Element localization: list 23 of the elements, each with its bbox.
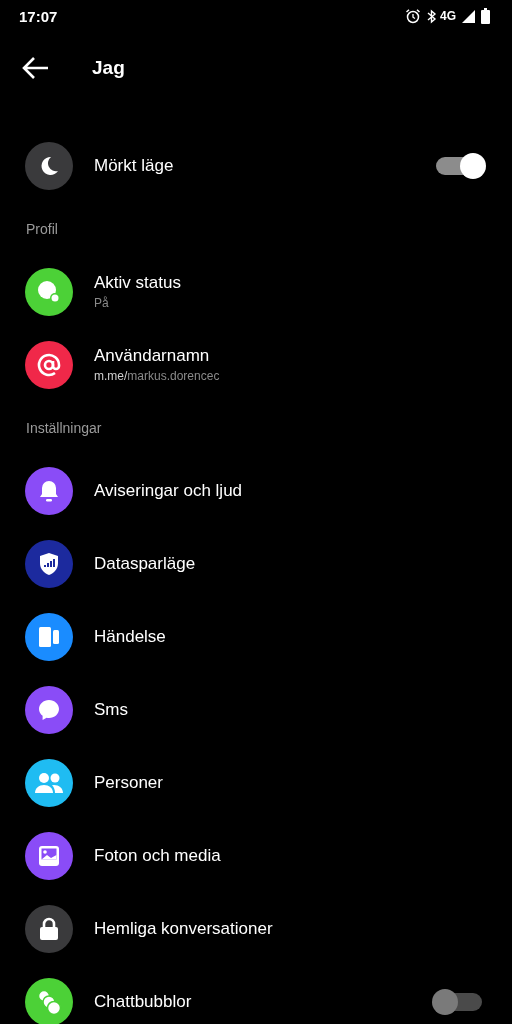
section-header: Inställningar [25,418,103,438]
setting-subtitle: På [94,296,109,310]
network-type: 4G [440,9,456,23]
setting-label[interactable]: Personer [94,772,163,793]
setting-label[interactable]: Sms [94,699,128,720]
page-title: Jag [92,57,125,79]
setting-label[interactable]: Aviseringar och ljud [94,480,243,501]
bluetooth-icon [427,8,437,24]
setting-label[interactable]: Mörkt läge [94,155,174,176]
setting-label[interactable]: Hemliga konversationer [94,918,273,939]
setting-label[interactable]: Chattbubblor [94,991,192,1012]
section-header: Profil [25,219,59,239]
signal-icon [462,9,475,23]
setting-label[interactable]: Användarnamn [94,346,210,366]
back-arrow-icon[interactable] [22,56,50,80]
setting-label[interactable]: Foton och media [94,845,221,866]
battery-icon [481,8,490,24]
setting-label[interactable]: Händelse [94,626,166,647]
setting-subtitle: m.me/markus.dorencec [94,369,220,383]
setting-label[interactable]: Datasparläge [94,553,196,574]
alarm-icon [405,8,421,24]
setting-label[interactable]: Aktiv status [94,273,181,293]
clock-time: 17:07 [19,7,58,25]
